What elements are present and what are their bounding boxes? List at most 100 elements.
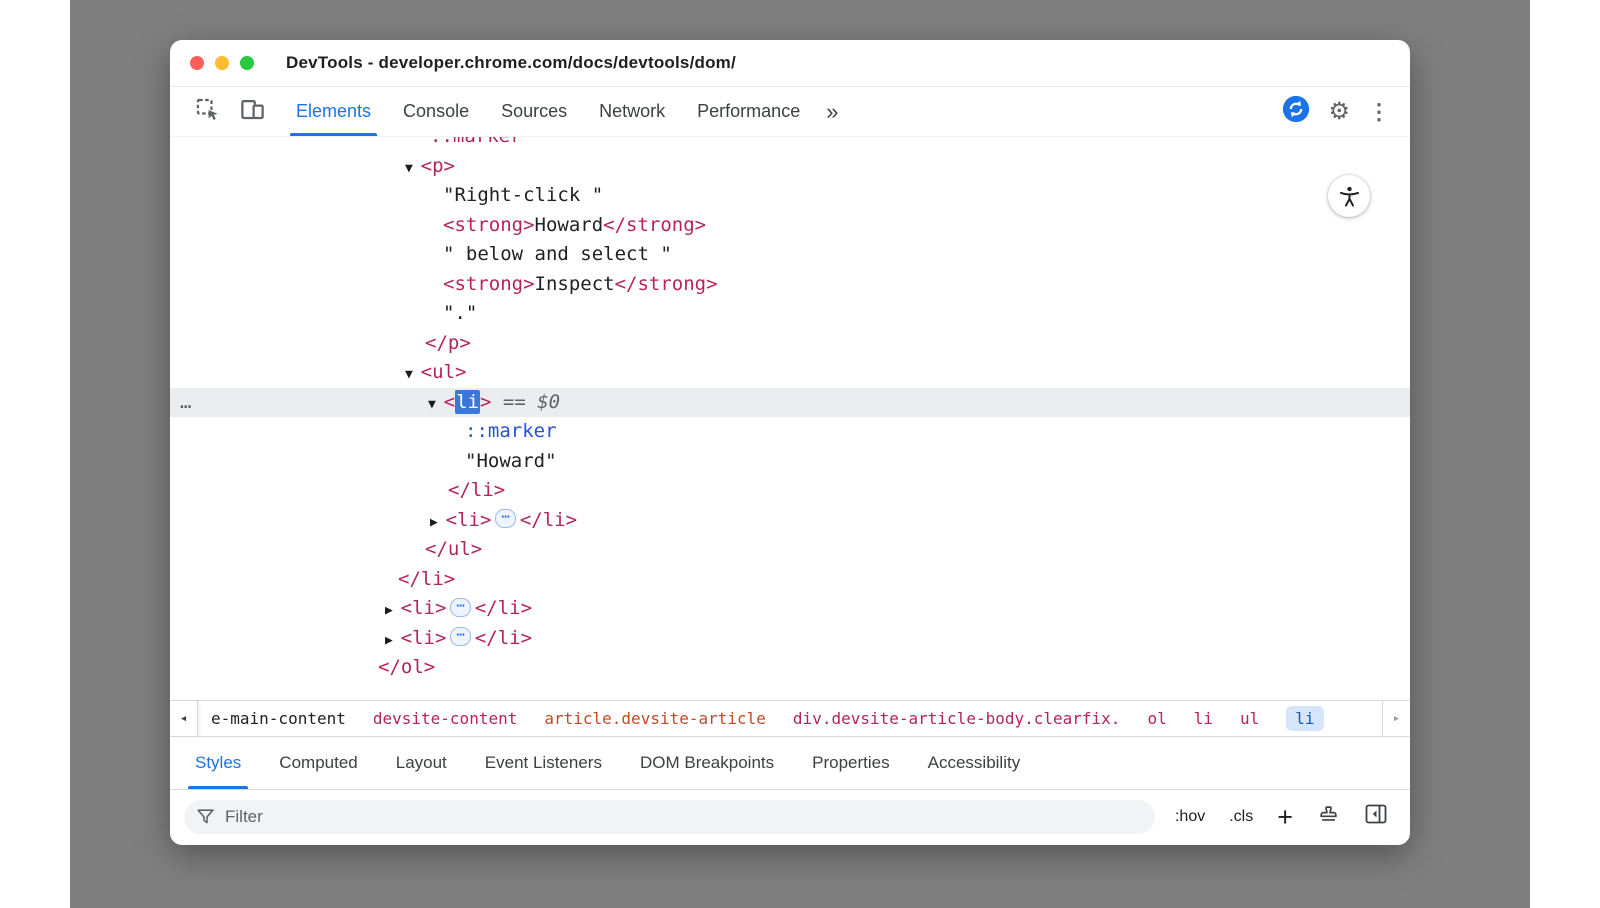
tag-token: <li> <box>401 597 447 619</box>
toggle-element-state-button[interactable]: :hov <box>1175 808 1205 826</box>
accessibility-button[interactable] <box>1328 175 1370 217</box>
collapsed-content-badge[interactable]: ⋯ <box>450 627 470 646</box>
dom-tree-line[interactable]: </p> <box>170 329 1410 359</box>
disclosure-arrow-icon[interactable]: ▶ <box>430 515 446 530</box>
element-classes-button[interactable]: .cls <box>1229 808 1253 826</box>
dom-tree-line[interactable]: ▶ <li>⋯</li> <box>170 594 1410 624</box>
inspect-element-button[interactable] <box>194 96 221 128</box>
breadcrumb-item[interactable]: ul <box>1240 709 1259 728</box>
sidebar-tab-layout[interactable]: Layout <box>377 737 466 789</box>
breadcrumb-scroll-right-button[interactable]: ▸ <box>1382 701 1410 736</box>
dom-tree-line[interactable]: </li> <box>170 476 1410 506</box>
sidebar-tab-styles[interactable]: Styles <box>176 737 260 789</box>
inspect-cursor-icon <box>194 96 221 123</box>
text-node: "Right-click " <box>443 184 603 206</box>
dom-tree-line[interactable]: " below and select " <box>170 240 1410 270</box>
breadcrumb: e-main-content devsite-content article.dev… <box>198 706 1410 731</box>
tag-token: <strong> <box>443 214 535 236</box>
text-node: "." <box>443 302 477 324</box>
breadcrumb-scroll-left-button[interactable]: ◂ <box>170 701 198 736</box>
dom-tree: ::marker▼ <p>"Right-click "<strong>Howar… <box>170 137 1410 683</box>
tab-sources[interactable]: Sources <box>485 87 583 136</box>
panel-toggle-icon <box>1364 803 1388 825</box>
sidebar-tab-accessibility[interactable]: Accessibility <box>909 737 1040 789</box>
devtools-toolbar: ElementsConsoleSourcesNetworkPerformance… <box>170 87 1410 137</box>
styles-toolbar-controls: :hov .cls + <box>1175 803 1396 830</box>
disclosure-arrow-icon[interactable]: ▶ <box>385 603 401 618</box>
breadcrumb-item[interactable]: article.devsite-article <box>544 709 766 728</box>
zoom-button[interactable] <box>240 56 254 70</box>
dom-tree-line[interactable]: ▼ <p> <box>170 152 1410 182</box>
breadcrumb-item[interactable]: li <box>1286 706 1323 731</box>
more-tabs-button[interactable]: » <box>816 87 848 136</box>
tab-network[interactable]: Network <box>583 87 681 136</box>
sync-button[interactable] <box>1282 95 1310 128</box>
tag-token: </ul> <box>425 538 482 560</box>
tag-token: </li> <box>475 627 532 649</box>
elements-dom-tree-panel: ::marker▼ <p>"Right-click "<strong>Howar… <box>170 137 1410 700</box>
toolbar-left-icons <box>180 87 280 136</box>
console-reference-token: $0 <box>537 391 560 413</box>
dom-tree-line[interactable]: "Right-click " <box>170 181 1410 211</box>
disclosure-arrow-icon[interactable]: ▼ <box>405 367 421 382</box>
selected-tag-token: li <box>455 390 480 414</box>
sidebar-tab-event-listeners[interactable]: Event Listeners <box>466 737 621 789</box>
kebab-menu-button[interactable]: ⋮ <box>1368 101 1390 123</box>
disclosure-arrow-icon[interactable]: ▼ <box>405 161 421 176</box>
panel-tabs: ElementsConsoleSourcesNetworkPerformance <box>280 87 816 136</box>
filter-input[interactable] <box>223 806 1142 828</box>
dom-tree-line[interactable]: <strong>Howard</strong> <box>170 211 1410 241</box>
toolbar-right-icons: ⚙ ⋮ <box>1282 87 1400 136</box>
tag-token: </strong> <box>615 273 718 295</box>
tag-token: < <box>444 391 455 413</box>
dom-tree-line[interactable]: "Howard" <box>170 447 1410 477</box>
styles-filter-toolbar: :hov .cls + <box>170 790 1410 843</box>
dom-tree-line[interactable]: "." <box>170 299 1410 329</box>
rendering-emulations-button[interactable] <box>1317 803 1340 830</box>
equals-token: == <box>491 391 537 413</box>
new-style-rule-button[interactable]: + <box>1277 807 1293 827</box>
tag-token: </li> <box>398 568 455 590</box>
dom-tree-line[interactable]: ▶ <li>⋯</li> <box>170 506 1410 536</box>
breadcrumb-item[interactable]: div.devsite-article-body.clearfix. <box>793 709 1121 728</box>
sidebar-tab-dom-breakpoints[interactable]: DOM Breakpoints <box>621 737 793 789</box>
sidebar-tab-properties[interactable]: Properties <box>793 737 908 789</box>
dom-tree-line[interactable]: </li> <box>170 565 1410 595</box>
tag-token: </ol> <box>378 656 435 678</box>
tab-performance[interactable]: Performance <box>681 87 816 136</box>
collapsed-content-badge[interactable]: ⋯ <box>495 509 515 528</box>
breadcrumb-item[interactable]: li <box>1194 709 1213 728</box>
dom-tree-line[interactable]: …▼ <li> == $0 <box>170 388 1410 418</box>
minimize-button[interactable] <box>215 56 229 70</box>
breadcrumb-item[interactable]: e-main-content <box>211 709 346 728</box>
tab-elements[interactable]: Elements <box>280 87 387 136</box>
breadcrumb-item[interactable]: ol <box>1147 709 1166 728</box>
disclosure-arrow-icon[interactable]: ▶ <box>385 633 401 648</box>
dom-tree-line[interactable]: ▶ <li>⋯ </li> <box>170 624 1410 654</box>
breadcrumb-item[interactable]: devsite-content <box>373 709 518 728</box>
tag-token: <li> <box>401 627 447 649</box>
sidebar-tab-computed[interactable]: Computed <box>260 737 376 789</box>
device-toolbar-button[interactable] <box>239 96 266 128</box>
dom-tree-line[interactable]: </ol> <box>170 653 1410 683</box>
text-node: "Howard" <box>465 450 557 472</box>
tag-token: <p> <box>421 155 455 177</box>
stamp-icon <box>1317 803 1340 825</box>
dom-tree-line[interactable]: ::marker <box>170 137 1410 152</box>
pseudo-element-token: ::marker <box>465 420 557 442</box>
breadcrumb-bar: ◂ e-main-content devsite-content article.d… <box>170 700 1410 737</box>
toggle-sidebar-button[interactable] <box>1364 803 1388 830</box>
dom-tree-line[interactable]: <strong>Inspect</strong> <box>170 270 1410 300</box>
dom-tree-line[interactable]: </ul> <box>170 535 1410 565</box>
tag-token: </li> <box>520 509 577 531</box>
traffic-lights <box>190 56 254 70</box>
tab-console[interactable]: Console <box>387 87 485 136</box>
close-button[interactable] <box>190 56 204 70</box>
tag-token: ::marker <box>430 137 522 147</box>
collapsed-content-badge[interactable]: ⋯ <box>450 598 470 617</box>
dom-tree-line[interactable]: ▼ <ul> <box>170 358 1410 388</box>
sidebar-pane-tabs: StylesComputedLayoutEvent ListenersDOM B… <box>170 737 1410 790</box>
disclosure-arrow-icon[interactable]: ▼ <box>428 397 444 412</box>
settings-gear-button[interactable]: ⚙ <box>1328 100 1350 124</box>
dom-tree-line[interactable]: ::marker <box>170 417 1410 447</box>
